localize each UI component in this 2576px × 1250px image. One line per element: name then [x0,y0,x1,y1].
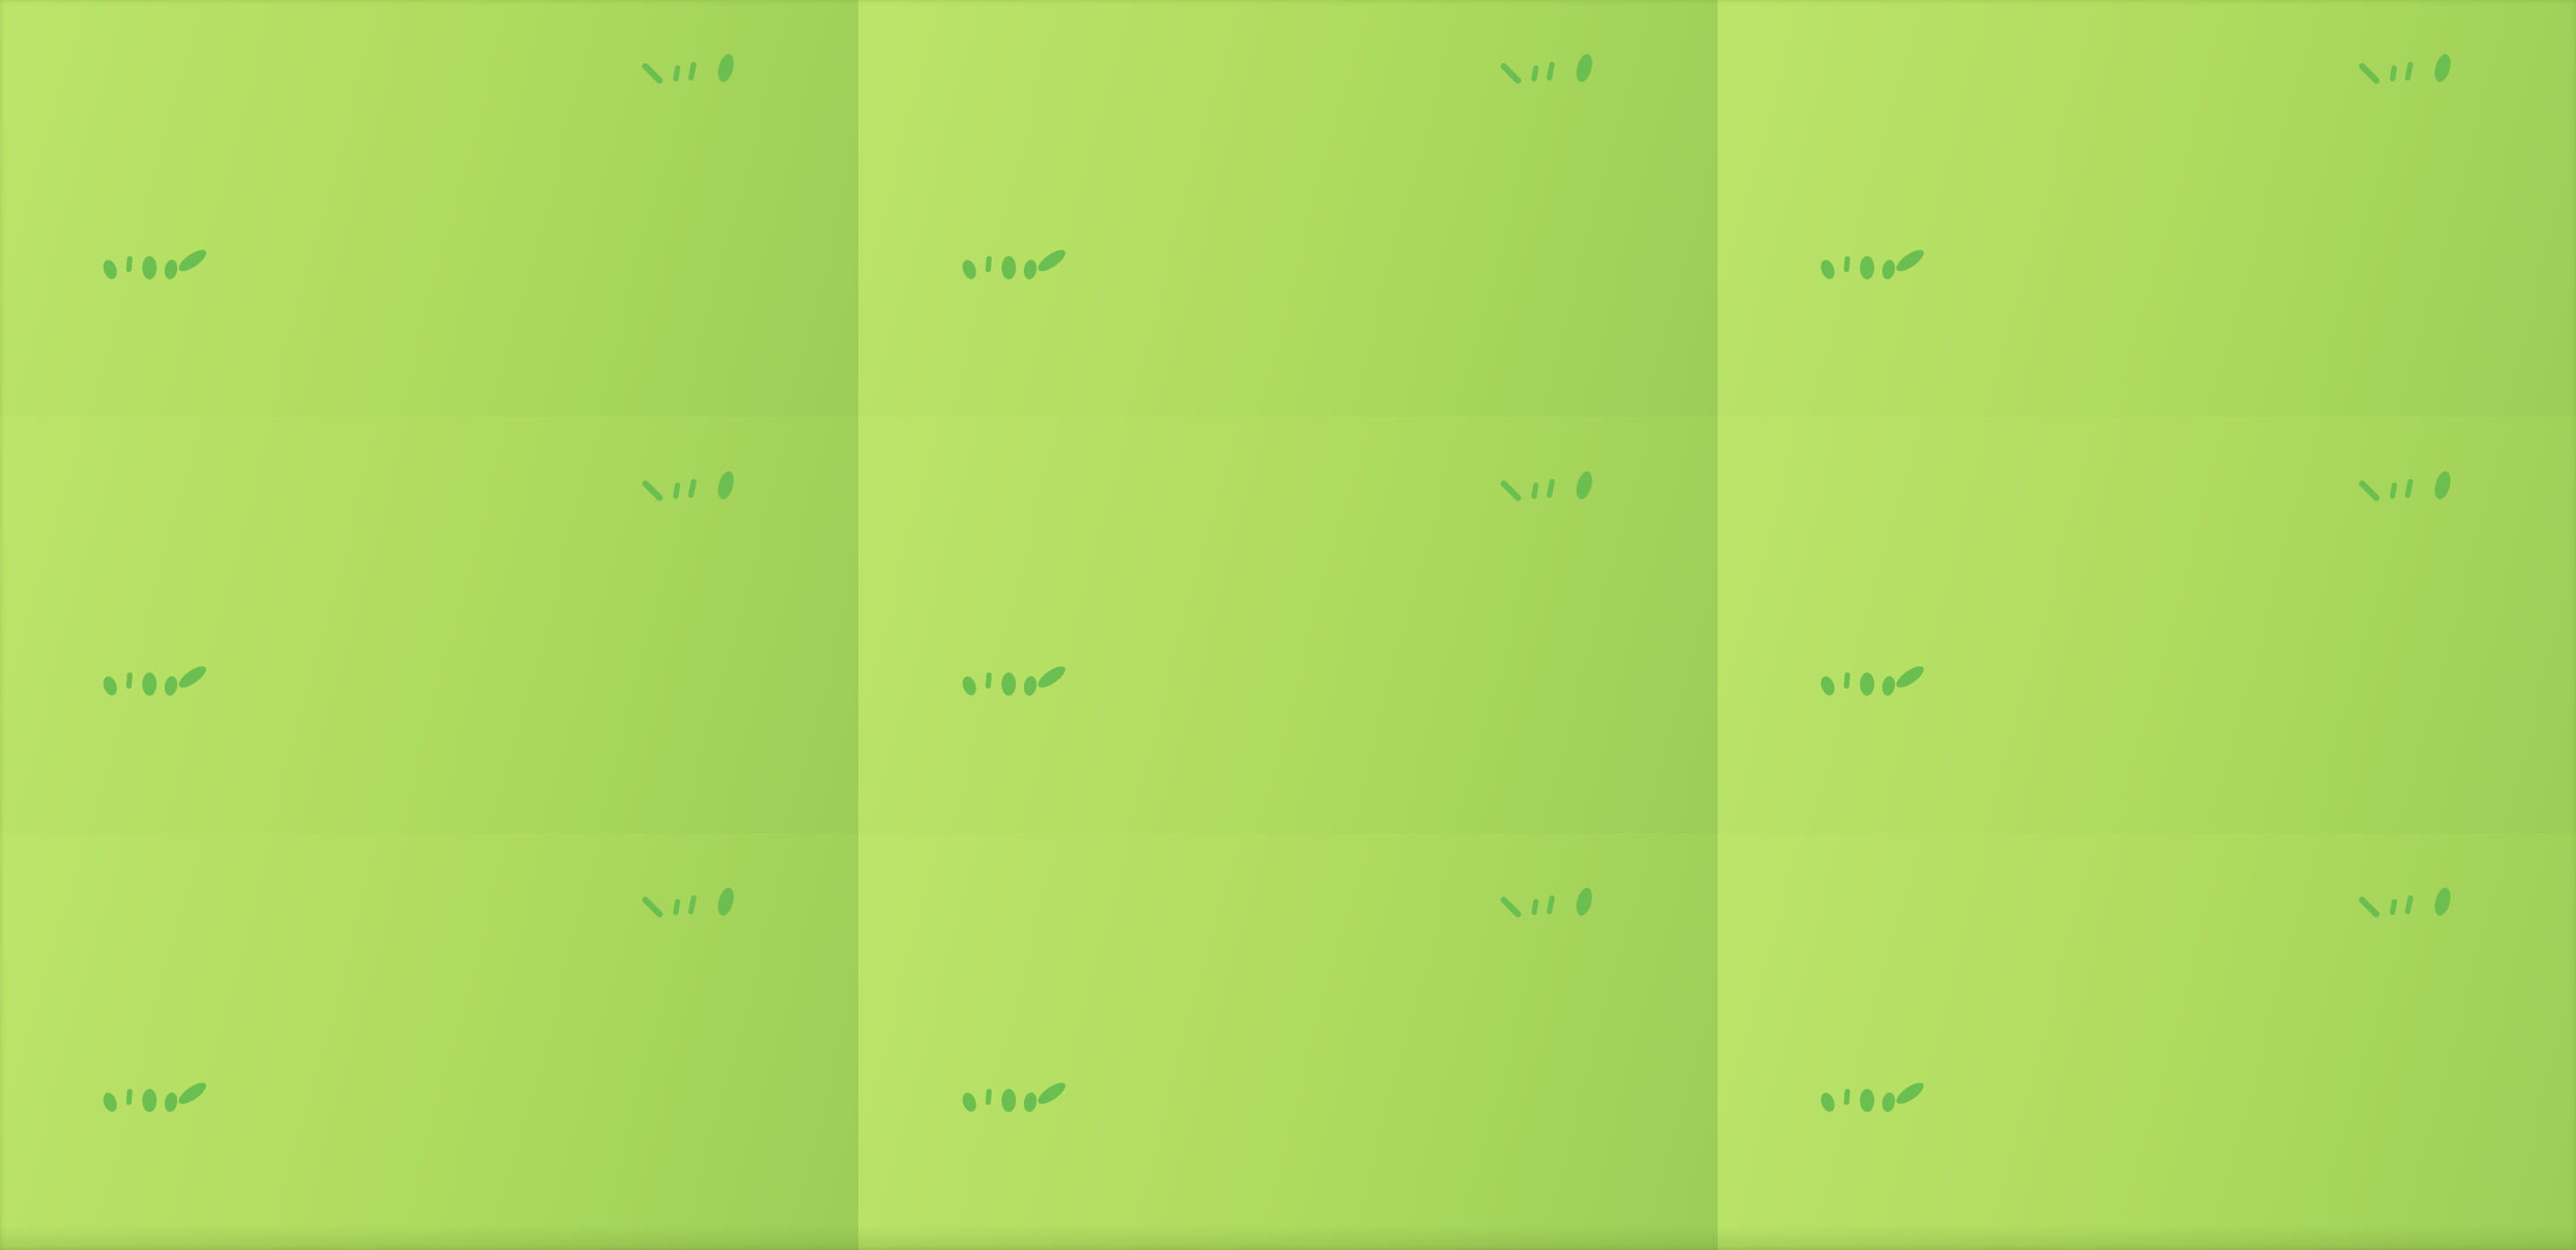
grass-tuft-icon [640,471,756,510]
grass-tuft-icon [1498,54,1615,93]
grass-tuft-icon [640,54,756,93]
grass-tile [858,416,1718,834]
grass-tuft-icon [99,246,216,286]
grass-tile [1717,416,2576,834]
grass-tuft-icon [2357,471,2473,510]
grass-tile [858,833,1718,1250]
grass-tuft-icon [640,887,756,927]
grass-tile [1717,0,2576,417]
grass-tile [858,0,1718,417]
grass-tuft-icon [1817,663,1933,702]
grass-tuft-icon [2357,887,2473,927]
grass-tuft-icon [1498,887,1615,927]
grass-tuft-icon [2357,54,2473,93]
grass-tile [0,0,859,417]
grass-tuft-icon [959,663,1075,702]
grass-tuft-icon [959,246,1075,286]
grass-tuft-icon [1817,1079,1933,1118]
grass-tuft-icon [99,663,216,702]
grass-field [0,0,2576,1250]
grass-tuft-icon [959,1079,1075,1118]
grass-tuft-icon [99,1079,216,1118]
grass-tile [0,833,859,1250]
grass-tuft-icon [1817,246,1933,286]
grass-tile [1717,833,2576,1250]
grass-tile [0,416,859,834]
grass-tuft-icon [1498,471,1615,510]
